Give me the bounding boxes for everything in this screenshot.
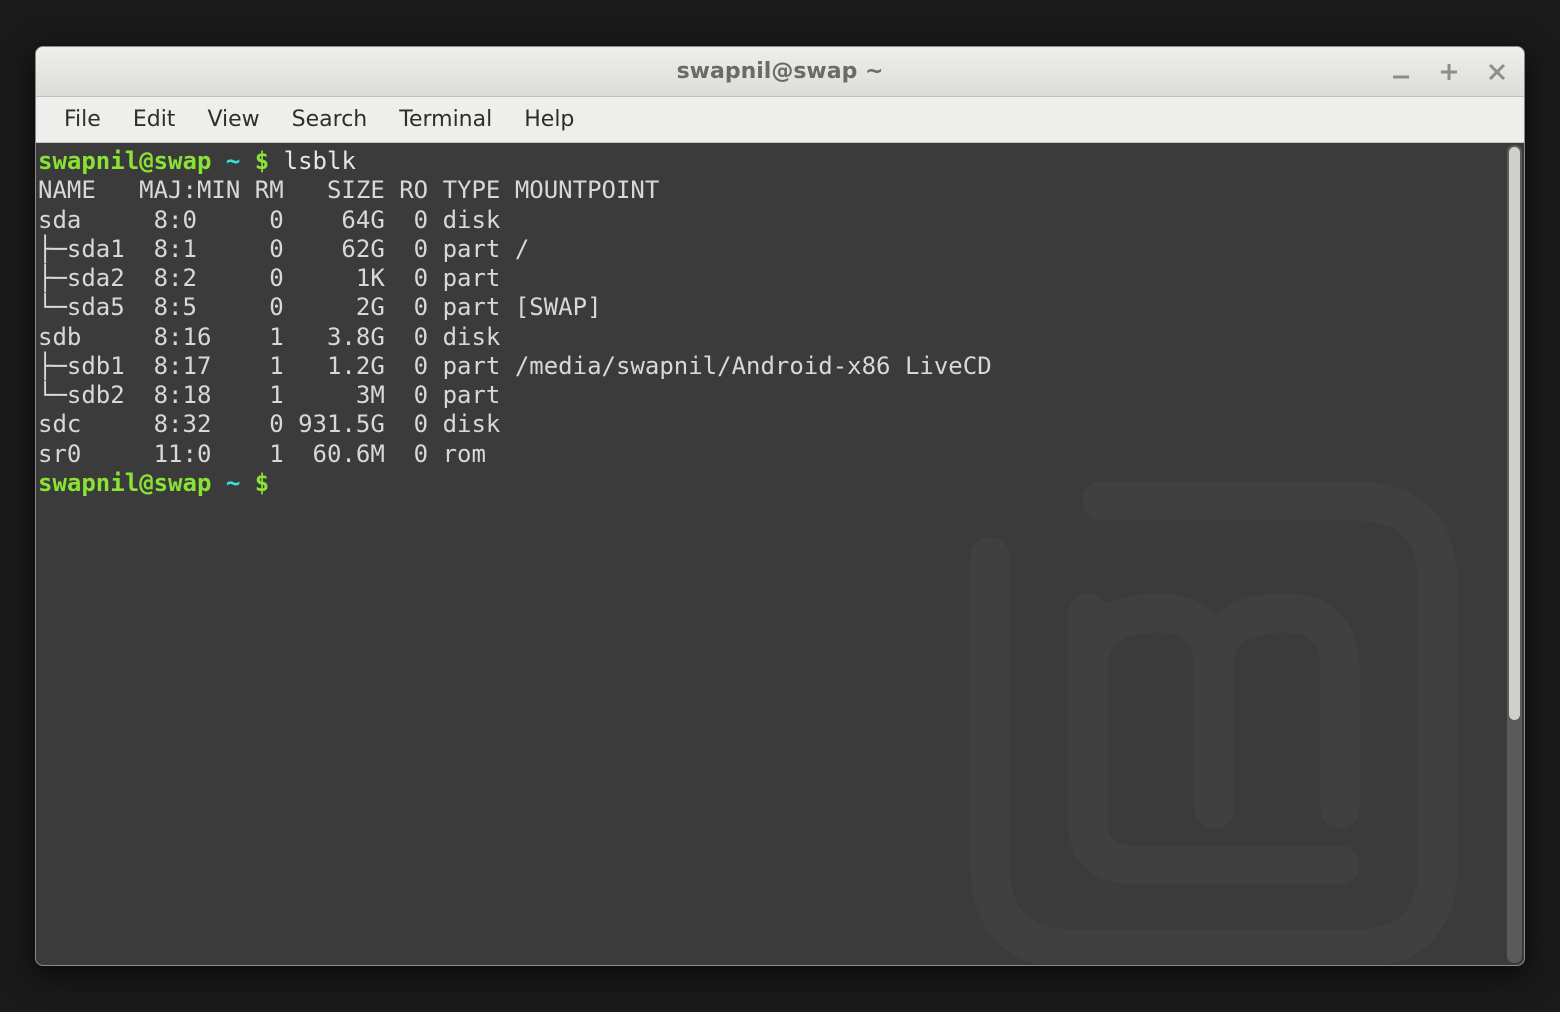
scrollbar-thumb[interactable] (1509, 147, 1520, 720)
titlebar[interactable]: swapnil@swap ~ (36, 47, 1524, 97)
close-button[interactable] (1484, 59, 1510, 85)
maximize-button[interactable] (1436, 59, 1462, 85)
menu-help[interactable]: Help (508, 101, 590, 138)
terminal-viewport[interactable]: swapnil@swap ~ $ lsblk NAME MAJ:MIN RM S… (36, 143, 1524, 965)
menu-view[interactable]: View (191, 101, 275, 138)
menu-terminal[interactable]: Terminal (383, 101, 508, 138)
scrollbar[interactable] (1507, 145, 1522, 963)
menu-file[interactable]: File (48, 101, 117, 138)
menubar: File Edit View Search Terminal Help (36, 97, 1524, 143)
window-title: swapnil@swap ~ (677, 59, 884, 84)
menu-edit[interactable]: Edit (117, 101, 192, 138)
terminal-output[interactable]: swapnil@swap ~ $ lsblk NAME MAJ:MIN RM S… (36, 143, 1506, 965)
terminal-window: swapnil@swap ~ File Edit View Search Ter… (35, 46, 1525, 966)
menu-search[interactable]: Search (276, 101, 384, 138)
window-controls (1388, 47, 1510, 96)
minimize-button[interactable] (1388, 59, 1414, 85)
